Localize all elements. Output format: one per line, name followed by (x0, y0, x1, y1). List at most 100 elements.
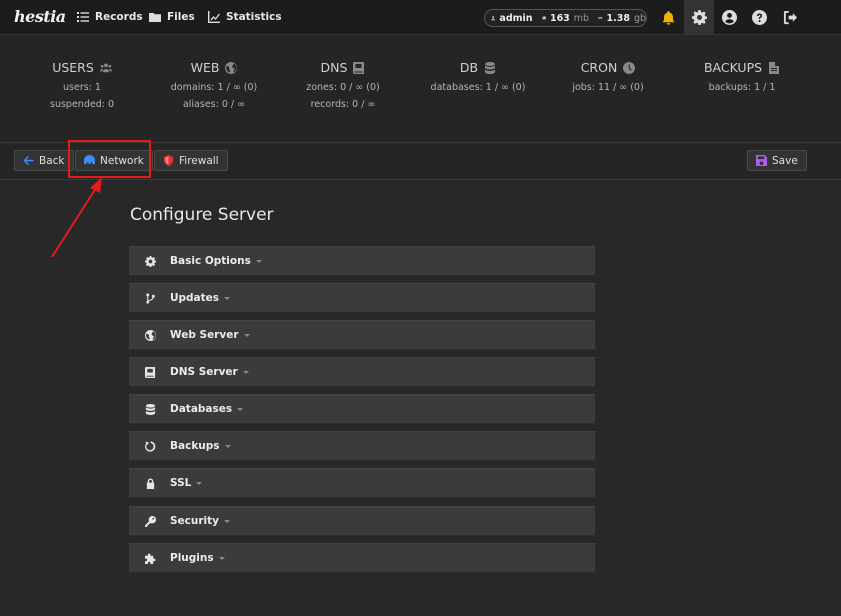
stat-users-line-2: suspended: 0 (50, 99, 114, 110)
stat-web-line-2: aliases: 0 / ∞ (182, 99, 246, 110)
nav-records[interactable]: Records (77, 11, 143, 23)
lock-icon (143, 476, 157, 490)
back-button-label: Back (39, 154, 65, 167)
folder-icon (149, 13, 161, 22)
section-basic-options-label: Basic Options (170, 255, 251, 267)
stat-dns-title: DNS (320, 60, 348, 75)
section-basic-options[interactable]: Basic Options (129, 246, 595, 276)
stat-users-line-1: users: 1 (63, 82, 101, 93)
firewall-button-label: Firewall (179, 154, 219, 167)
caret-down-icon (255, 259, 262, 263)
globe-icon (143, 328, 157, 342)
book-icon (353, 61, 365, 74)
disk-usage-unit: mb (573, 12, 590, 24)
section-updates[interactable]: Updates (129, 283, 595, 313)
section-plugins[interactable]: Plugins (129, 543, 595, 573)
section-backups-label: Backups (170, 440, 220, 452)
save-button-label: Save (772, 154, 798, 167)
users-icon (99, 63, 112, 72)
stat-backups-title: BACKUPS (703, 60, 763, 75)
stat-users[interactable]: USERS users: 1 suspended: 0 (22, 60, 142, 109)
section-security[interactable]: Security (129, 506, 595, 536)
nav-statistics-label: Statistics (226, 11, 282, 23)
list-icon (77, 12, 89, 22)
stat-cron[interactable]: CRON jobs: 11 / ∞ (0) (548, 60, 668, 92)
transfer-icon (598, 16, 603, 20)
stat-backups-line-1: backups: 1 / 1 (708, 82, 776, 93)
bandwidth-value: 1.38 (606, 12, 630, 24)
help-icon (751, 10, 767, 25)
floppy-disk-icon (756, 155, 767, 166)
section-web-server[interactable]: Web Server (129, 320, 595, 350)
username: admin (499, 12, 533, 24)
section-databases-label: Databases (170, 403, 233, 415)
stat-backups[interactable]: BACKUPS backups: 1 / 1 (682, 60, 802, 92)
nav-files-label: Files (167, 11, 195, 23)
rotate-left-icon (143, 439, 157, 453)
gear-icon (691, 10, 707, 25)
firewall-button[interactable]: Firewall (154, 150, 228, 171)
puzzle-icon (143, 551, 157, 565)
database-icon (143, 402, 157, 416)
stat-web-title: WEB (190, 60, 220, 75)
nav-files[interactable]: Files (149, 11, 195, 23)
summary-stats: USERS users: 1 suspended: 0 WEB domains:… (0, 36, 841, 143)
stat-cron-line-1: jobs: 11 / ∞ (0) (572, 82, 644, 93)
section-databases[interactable]: Databases (129, 394, 595, 424)
hestia-logo[interactable]: hestia (14, 7, 66, 26)
stat-users-title: USERS (52, 60, 94, 75)
file-icon (769, 61, 780, 74)
server-settings-button[interactable] (684, 0, 714, 35)
stat-web-line-1: domains: 1 / ∞ (0) (170, 82, 258, 93)
book-icon (143, 365, 157, 379)
section-plugins-label: Plugins (170, 552, 214, 564)
caret-down-icon (224, 444, 231, 448)
top-navbar: hestia Records Files Statistics admin 16… (0, 0, 841, 35)
caret-down-icon (218, 556, 225, 560)
page-title: Configure Server (130, 205, 274, 225)
help-button[interactable] (744, 0, 774, 35)
user-icon (491, 16, 496, 21)
stat-dns-line-2: records: 0 / ∞ (310, 99, 376, 110)
save-button[interactable]: Save (747, 150, 807, 171)
disk-usage-value: 163 (549, 12, 570, 24)
notifications-button[interactable] (653, 0, 683, 35)
account-usage-pill[interactable]: admin 163 mb 1.38 gb (484, 9, 647, 27)
stat-dns[interactable]: DNS zones: 0 / ∞ (0) records: 0 / ∞ (283, 60, 403, 109)
stat-db-line-1: databases: 1 / ∞ (0) (430, 82, 526, 93)
section-dns-server-label: DNS Server (170, 366, 238, 378)
caret-down-icon (243, 333, 250, 337)
bell-icon (661, 10, 675, 25)
disk-icon (541, 16, 546, 20)
section-ssl[interactable]: SSL (129, 468, 595, 498)
caret-down-icon (196, 481, 203, 485)
stat-dns-line-1: zones: 0 / ∞ (0) (306, 82, 380, 93)
profile-button[interactable] (714, 0, 744, 35)
caret-down-icon (237, 407, 244, 411)
back-button[interactable]: Back (14, 150, 74, 171)
globe-icon (225, 61, 238, 74)
chart-icon (208, 11, 220, 23)
logout-icon (783, 10, 797, 25)
shield-icon (163, 155, 174, 166)
stat-web[interactable]: WEB domains: 1 / ∞ (0) aliases: 0 / ∞ (154, 60, 274, 109)
arrow-left-icon (23, 155, 34, 166)
clock-icon (623, 61, 636, 74)
section-backups[interactable]: Backups (129, 431, 595, 461)
stat-db[interactable]: DB databases: 1 / ∞ (0) (418, 60, 538, 92)
gear-icon (143, 254, 157, 268)
section-web-server-label: Web Server (170, 329, 239, 341)
nav-statistics[interactable]: Statistics (208, 11, 282, 23)
logout-button[interactable] (775, 0, 805, 35)
stat-db-title: DB (459, 60, 479, 75)
database-icon (485, 61, 496, 74)
section-updates-label: Updates (170, 292, 220, 304)
caret-down-icon (242, 370, 249, 374)
section-ssl-label: SSL (170, 477, 192, 489)
caret-down-icon (224, 296, 231, 300)
code-branch-icon (143, 291, 157, 305)
section-dns-server[interactable]: DNS Server (129, 357, 595, 387)
bandwidth-unit: gb (633, 12, 647, 24)
caret-down-icon (224, 519, 231, 523)
section-security-label: Security (170, 515, 220, 527)
